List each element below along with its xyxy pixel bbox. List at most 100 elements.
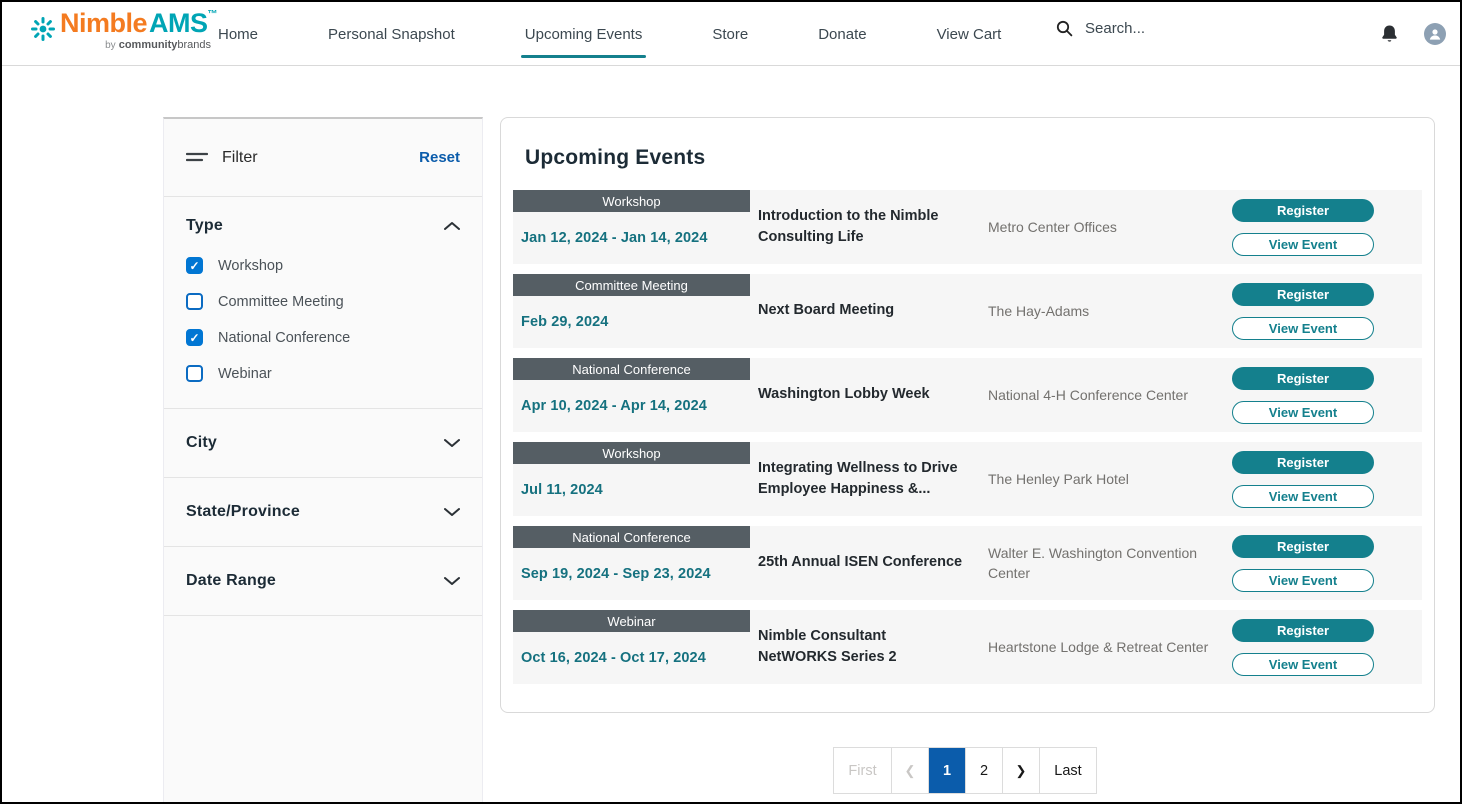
pagination: First ❮ 1 2 ❯ Last bbox=[833, 747, 1097, 794]
event-type-date: Webinar Oct 16, 2024 - Oct 17, 2024 bbox=[513, 610, 750, 684]
upcoming-events-card: Upcoming Events Workshop Jan 12, 2024 - … bbox=[500, 117, 1435, 713]
nav-label: Donate bbox=[818, 26, 866, 43]
event-date: Jan 12, 2024 - Jan 14, 2024 bbox=[513, 212, 750, 264]
view-event-button[interactable]: View Event bbox=[1232, 401, 1374, 424]
event-title: Introduction to the Nimble Consulting Li… bbox=[750, 190, 988, 264]
filter-option-label: Workshop bbox=[218, 258, 283, 274]
pagination-prev-icon[interactable]: ❮ bbox=[891, 748, 928, 793]
event-row: National Conference Apr 10, 2024 - Apr 1… bbox=[513, 358, 1422, 432]
filter-option-webinar[interactable]: Webinar bbox=[186, 365, 460, 382]
nav-item-donate[interactable]: Donate bbox=[816, 20, 868, 49]
filter-reset-link[interactable]: Reset bbox=[419, 149, 460, 166]
event-title: Integrating Wellness to Drive Employee H… bbox=[750, 442, 988, 516]
event-location: The Hay-Adams bbox=[988, 274, 1226, 348]
nav-item-home[interactable]: Home bbox=[216, 20, 260, 49]
event-type-date: National Conference Apr 10, 2024 - Apr 1… bbox=[513, 358, 750, 432]
filter-section-date-range[interactable]: Date Range bbox=[164, 547, 482, 616]
event-row: Webinar Oct 16, 2024 - Oct 17, 2024 Nimb… bbox=[513, 610, 1422, 684]
chevron-down-icon bbox=[444, 507, 460, 517]
event-type-badge: Webinar bbox=[513, 610, 750, 632]
register-button[interactable]: Register bbox=[1232, 619, 1374, 642]
top-navbar: NimbleAMS™ by communitybrands Home Perso… bbox=[2, 2, 1460, 66]
event-type-badge: National Conference bbox=[513, 358, 750, 380]
nav-item-view-cart[interactable]: View Cart bbox=[935, 20, 1004, 49]
event-type-date: Workshop Jul 11, 2024 bbox=[513, 442, 750, 516]
event-row: Committee Meeting Feb 29, 2024 Next Boar… bbox=[513, 274, 1422, 348]
nav-item-personal-snapshot[interactable]: Personal Snapshot bbox=[326, 20, 457, 49]
event-type-date: Committee Meeting Feb 29, 2024 bbox=[513, 274, 750, 348]
event-title: Nimble Consultant NetWORKS Series 2 bbox=[750, 610, 988, 684]
byline-brands: brands bbox=[177, 39, 211, 51]
checkbox-icon[interactable] bbox=[186, 365, 203, 382]
event-type-date: Workshop Jan 12, 2024 - Jan 14, 2024 bbox=[513, 190, 750, 264]
state-section-label: State/Province bbox=[186, 503, 300, 521]
pagination-next-icon[interactable]: ❯ bbox=[1002, 748, 1039, 793]
checkbox-icon[interactable] bbox=[186, 293, 203, 310]
event-row: National Conference Sep 19, 2024 - Sep 2… bbox=[513, 526, 1422, 600]
event-title: Washington Lobby Week bbox=[750, 358, 988, 432]
user-avatar[interactable] bbox=[1424, 23, 1446, 45]
register-button[interactable]: Register bbox=[1232, 367, 1374, 390]
global-search bbox=[1056, 20, 1296, 37]
starburst-logo-icon bbox=[30, 16, 56, 42]
filter-option-national-conference[interactable]: National Conference bbox=[186, 329, 460, 346]
date-range-section-label: Date Range bbox=[186, 572, 276, 590]
pagination-last-button[interactable]: Last bbox=[1039, 748, 1096, 793]
nav-label: Personal Snapshot bbox=[328, 26, 455, 43]
nav-label: View Cart bbox=[937, 26, 1002, 43]
view-event-button[interactable]: View Event bbox=[1232, 569, 1374, 592]
filter-title: Filter bbox=[222, 149, 258, 167]
logo-text: NimbleAMS™ by communitybrands bbox=[60, 10, 217, 51]
type-section-header[interactable]: Type bbox=[186, 217, 460, 235]
pagination-first-button[interactable]: First bbox=[834, 748, 891, 793]
filter-option-committee-meeting[interactable]: Committee Meeting bbox=[186, 293, 460, 310]
event-date: Sep 19, 2024 - Sep 23, 2024 bbox=[513, 548, 750, 600]
checkbox-icon[interactable] bbox=[186, 257, 203, 274]
event-actions: Register View Event bbox=[1226, 358, 1422, 432]
active-tab-underline bbox=[521, 55, 647, 58]
chevron-up-icon bbox=[444, 221, 460, 231]
main-nav: Home Personal Snapshot Upcoming Events S… bbox=[216, 2, 1003, 66]
filter-section-city[interactable]: City bbox=[164, 409, 482, 478]
search-input[interactable] bbox=[1085, 20, 1265, 37]
register-button[interactable]: Register bbox=[1232, 283, 1374, 306]
type-section-label: Type bbox=[186, 217, 223, 235]
filter-option-label: Webinar bbox=[218, 366, 272, 382]
chevron-down-icon bbox=[444, 576, 460, 586]
filter-option-label: National Conference bbox=[218, 330, 350, 346]
pagination-page-2[interactable]: 2 bbox=[965, 748, 1002, 793]
nav-item-upcoming-events[interactable]: Upcoming Events bbox=[523, 20, 645, 49]
event-date: Feb 29, 2024 bbox=[513, 296, 750, 348]
byline-community: community bbox=[119, 39, 178, 51]
nav-item-store[interactable]: Store bbox=[710, 20, 750, 49]
event-list: Workshop Jan 12, 2024 - Jan 14, 2024 Int… bbox=[501, 190, 1434, 684]
checkbox-icon[interactable] bbox=[186, 329, 203, 346]
logo-nimble: Nimble bbox=[60, 8, 147, 38]
filter-option-workshop[interactable]: Workshop bbox=[186, 257, 460, 274]
event-location: Walter E. Washington Convention Center bbox=[988, 526, 1226, 600]
filter-icon bbox=[186, 151, 208, 165]
event-actions: Register View Event bbox=[1226, 190, 1422, 264]
view-event-button[interactable]: View Event bbox=[1232, 485, 1374, 508]
pagination-page-1[interactable]: 1 bbox=[928, 748, 965, 793]
nimble-ams-logo[interactable]: NimbleAMS™ by communitybrands bbox=[30, 10, 217, 51]
register-button[interactable]: Register bbox=[1232, 535, 1374, 558]
filter-section-state-province[interactable]: State/Province bbox=[164, 478, 482, 547]
view-event-button[interactable]: View Event bbox=[1232, 317, 1374, 340]
logo-ams: AMS bbox=[149, 8, 208, 38]
view-event-button[interactable]: View Event bbox=[1232, 233, 1374, 256]
filter-section-type: Type Workshop Committee Meeting National… bbox=[164, 197, 482, 409]
event-location: The Henley Park Hotel bbox=[988, 442, 1226, 516]
view-event-button[interactable]: View Event bbox=[1232, 653, 1374, 676]
event-type-badge: Workshop bbox=[513, 442, 750, 464]
logo-byline: by communitybrands bbox=[105, 40, 211, 51]
nav-label: Home bbox=[218, 26, 258, 43]
nav-label: Store bbox=[712, 26, 748, 43]
event-actions: Register View Event bbox=[1226, 526, 1422, 600]
event-row: Workshop Jul 11, 2024 Integrating Wellne… bbox=[513, 442, 1422, 516]
register-button[interactable]: Register bbox=[1232, 451, 1374, 474]
notifications-bell-icon[interactable] bbox=[1380, 24, 1399, 44]
app-window: NimbleAMS™ by communitybrands Home Perso… bbox=[0, 0, 1462, 804]
register-button[interactable]: Register bbox=[1232, 199, 1374, 222]
event-location: National 4-H Conference Center bbox=[988, 358, 1226, 432]
